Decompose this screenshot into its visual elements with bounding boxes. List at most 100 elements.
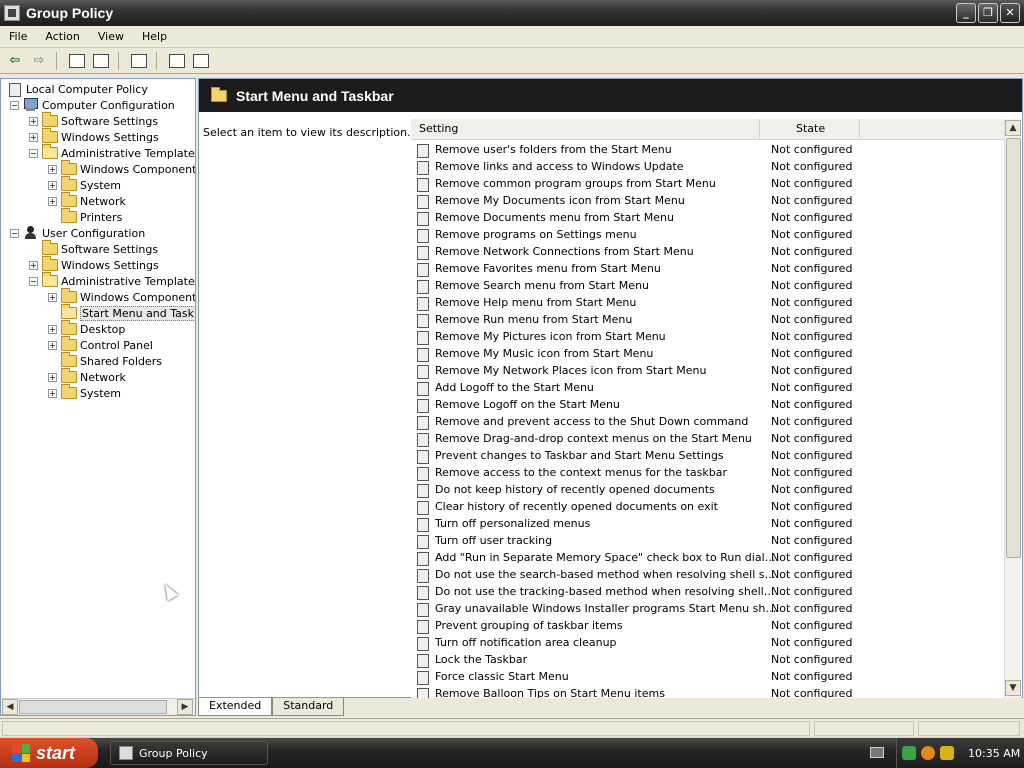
list-item[interactable]: Remove Search menu from Start Menu Not co… (415, 277, 1005, 294)
export-list-icon[interactable] (128, 50, 150, 72)
scroll-right-icon[interactable]: ▶ (177, 699, 193, 715)
list-item[interactable]: Remove Network Connections from Start Me… (415, 243, 1005, 260)
column-header-state[interactable]: State (760, 119, 860, 140)
tree-item-desktop[interactable]: + Desktop (48, 320, 125, 337)
expand-icon[interactable]: + (48, 340, 57, 350)
security-shield-icon[interactable] (940, 746, 954, 760)
group-policy-app-icon[interactable] (4, 5, 20, 21)
list-item[interactable]: Remove My Documents icon from Start Menu… (415, 192, 1005, 209)
list-item[interactable]: Add "Run in Separate Memory Space" check… (415, 549, 1005, 566)
settings-list[interactable]: Setting State Remove user's folders from… (411, 119, 1021, 698)
tree-item-software-settings[interactable]: Software Settings (42, 240, 158, 257)
help-icon[interactable] (166, 50, 188, 72)
tree-item-user-configuration[interactable]: − User Configuration (10, 225, 145, 241)
collapse-icon[interactable]: − (29, 276, 38, 286)
expand-icon[interactable]: + (48, 372, 57, 382)
clock[interactable]: 10:35 AM (968, 747, 1020, 760)
list-item[interactable]: Remove Help menu from Start Menu Not conf… (415, 294, 1005, 311)
list-item[interactable]: Remove My Music icon from Start Menu Not … (415, 345, 1005, 362)
list-item[interactable]: Prevent changes to Taskbar and Start Men… (415, 447, 1005, 464)
list-item[interactable]: Remove My Network Places icon from Start… (415, 362, 1005, 379)
start-button[interactable]: start (0, 738, 98, 768)
list-item[interactable]: Remove Logoff on the Start Menu Not confi… (415, 396, 1005, 413)
list-item[interactable]: Do not keep history of recently opened d… (415, 481, 1005, 498)
expand-icon[interactable]: + (48, 196, 57, 206)
tree-item-shared-folders[interactable]: Shared Folders (61, 352, 162, 369)
list-item[interactable]: Remove common program groups from Start … (415, 175, 1005, 192)
scroll-down-icon[interactable]: ▼ (1005, 680, 1021, 696)
expand-icon[interactable]: + (48, 388, 57, 398)
tree-item-control-panel[interactable]: + Control Panel (48, 336, 153, 353)
tree-item-start-menu-and-taskbar[interactable]: Start Menu and Taskba (61, 304, 195, 321)
list-item[interactable]: Remove links and access to Windows Updat… (415, 158, 1005, 175)
list-item[interactable]: Remove user's folders from the Start Men… (415, 141, 1005, 158)
tab-standard[interactable]: Standard (272, 698, 345, 716)
list-item[interactable]: Force classic Start Menu Not configured (415, 668, 1005, 685)
scroll-thumb[interactable] (1006, 138, 1021, 558)
tree-item-windows-settings[interactable]: + Windows Settings (29, 128, 159, 145)
list-item[interactable]: Clear history of recently opened documen… (415, 498, 1005, 515)
list-item[interactable]: Remove and prevent access to the Shut Do… (415, 413, 1005, 430)
list-item[interactable]: Prevent grouping of taskbar items Not con… (415, 617, 1005, 634)
expand-icon[interactable]: + (48, 324, 57, 334)
tree-item-windows-settings[interactable]: + Windows Settings (29, 256, 159, 273)
list-vertical-scrollbar[interactable]: ▲ ▼ (1004, 119, 1021, 698)
list-item[interactable]: Turn off user tracking Not configured (415, 532, 1005, 549)
list-item[interactable]: Turn off notification area cleanup Not co… (415, 634, 1005, 651)
list-item[interactable]: Lock the Taskbar Not configured (415, 651, 1005, 668)
list-item[interactable]: Turn off personalized menus Not configure… (415, 515, 1005, 532)
network-icon[interactable] (902, 746, 916, 760)
tree-item-administrative-templates[interactable]: − Administrative Templates (29, 272, 195, 289)
expand-icon[interactable]: + (29, 132, 38, 142)
tree-item-administrative-templates[interactable]: − Administrative Templates (29, 144, 195, 161)
show-hide-tree-icon[interactable] (90, 50, 112, 72)
expand-icon[interactable]: + (29, 260, 38, 270)
tree-horizontal-scrollbar[interactable]: ◀ ▶ (1, 698, 195, 715)
tree-item-network[interactable]: + Network (48, 192, 126, 209)
tree-item-system[interactable]: + System (48, 176, 121, 193)
scroll-left-icon[interactable]: ◀ (2, 699, 18, 715)
tree-item-windows-components[interactable]: + Windows Components (48, 288, 195, 305)
menu-help[interactable]: Help (133, 30, 176, 43)
search-icon[interactable] (921, 746, 935, 760)
expand-icon[interactable]: + (48, 292, 57, 302)
collapse-icon[interactable]: − (29, 148, 38, 158)
expand-icon[interactable]: + (29, 116, 38, 126)
tree-item-printers[interactable]: Printers (61, 208, 122, 225)
title-bar[interactable]: Group Policy _ ❐ ✕ (0, 0, 1024, 26)
tree-item-local-computer-policy[interactable]: Local Computer Policy (7, 81, 148, 97)
expand-icon[interactable]: + (48, 180, 57, 190)
list-item[interactable]: Do not use the tracking-based method whe… (415, 583, 1005, 600)
properties-icon[interactable] (190, 50, 212, 72)
tree-item-computer-configuration[interactable]: − Computer Configuration (10, 97, 175, 113)
tree-item-software-settings[interactable]: + Software Settings (29, 112, 158, 129)
list-item[interactable]: Remove programs on Settings menu Not conf… (415, 226, 1005, 243)
list-item[interactable]: Remove access to the context menus for t… (415, 464, 1005, 481)
back-arrow-icon[interactable]: ⇦ (4, 50, 26, 72)
minimize-button[interactable]: _ (956, 3, 976, 23)
tree-item-network[interactable]: + Network (48, 368, 126, 385)
collapse-icon[interactable]: − (10, 228, 19, 238)
list-item[interactable]: Remove My Pictures icon from Start Menu N… (415, 328, 1005, 345)
keyboard-icon[interactable] (870, 747, 884, 758)
close-button[interactable]: ✕ (1000, 3, 1020, 23)
tab-extended[interactable]: Extended (198, 698, 273, 716)
console-tree[interactable]: Local Computer Policy − Computer Configu… (0, 78, 196, 716)
up-folder-icon[interactable] (66, 50, 88, 72)
tree-item-system[interactable]: + System (48, 384, 121, 401)
taskbar-button-group-policy[interactable]: Group Policy (110, 741, 268, 765)
forward-arrow-icon[interactable]: ⇨ (28, 50, 50, 72)
list-item[interactable]: Do not use the search-based method when … (415, 566, 1005, 583)
list-item[interactable]: Remove Documents menu from Start Menu Not… (415, 209, 1005, 226)
scroll-up-icon[interactable]: ▲ (1005, 120, 1021, 136)
list-item[interactable]: Remove Drag-and-drop context menus on th… (415, 430, 1005, 447)
list-item[interactable]: Remove Run menu from Start Menu Not confi… (415, 311, 1005, 328)
menu-action[interactable]: Action (36, 30, 88, 43)
menu-file[interactable]: File (0, 30, 36, 43)
list-item[interactable]: Gray unavailable Windows Installer progr… (415, 600, 1005, 617)
scroll-thumb[interactable] (19, 700, 167, 714)
expand-icon[interactable]: + (48, 164, 57, 174)
list-item[interactable]: Remove Favorites menu from Start Menu Not… (415, 260, 1005, 277)
collapse-icon[interactable]: − (10, 100, 19, 110)
menu-view[interactable]: View (89, 30, 133, 43)
